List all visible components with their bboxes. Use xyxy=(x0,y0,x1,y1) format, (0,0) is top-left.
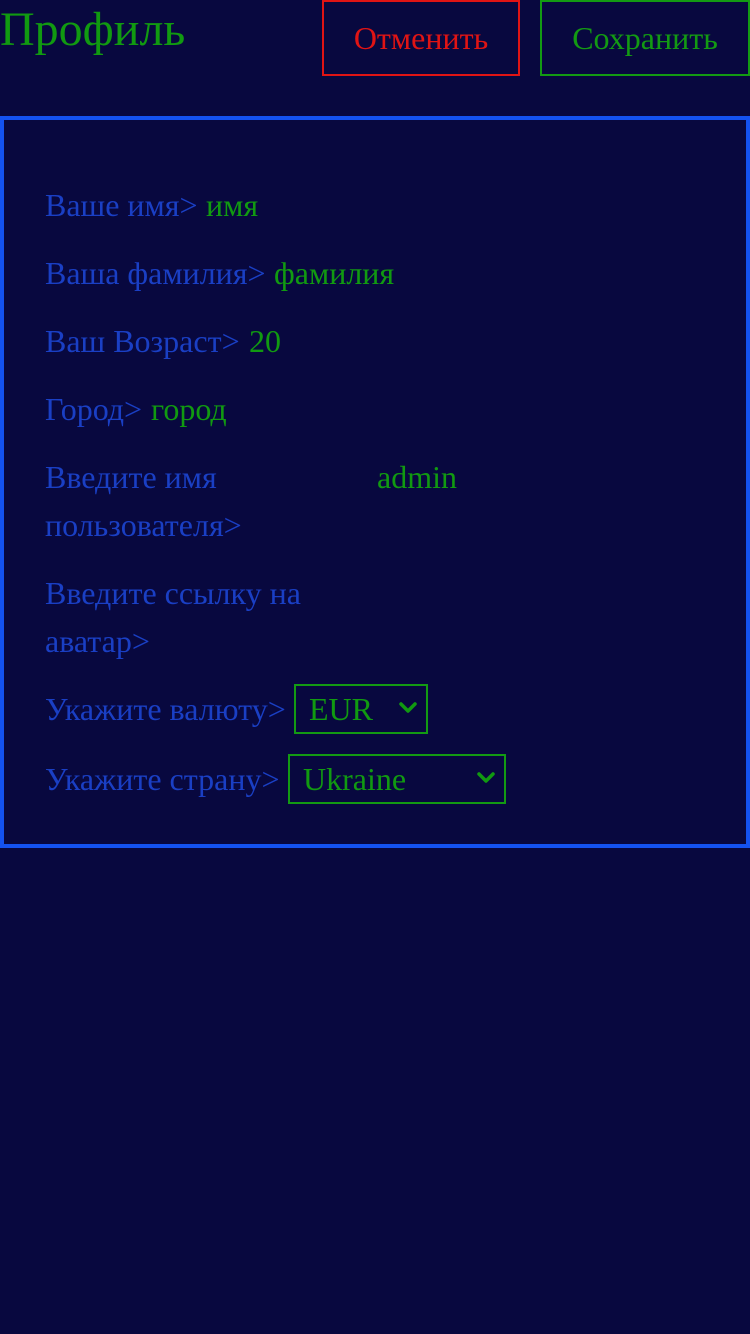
avatar-url-field[interactable] xyxy=(377,569,697,617)
country-select[interactable]: Ukraine xyxy=(288,754,506,804)
last-name-field[interactable]: фамилия xyxy=(274,249,394,297)
first-name-label: Ваше имя> xyxy=(45,187,198,223)
chevron-down-icon xyxy=(477,772,495,783)
cancel-button[interactable]: Отменить xyxy=(322,0,520,76)
first-name-field[interactable]: имя xyxy=(206,181,258,229)
avatar-label-line2: аватар> xyxy=(45,623,150,659)
currency-label: Укажите валюту> xyxy=(45,691,286,727)
country-label: Укажите страну> xyxy=(45,761,280,797)
avatar-label-line1: Введите ссылку на xyxy=(45,575,301,611)
chevron-down-icon xyxy=(399,702,417,713)
profile-form: Ваше имя> имя Ваша фамилия> фамилия Ваш … xyxy=(0,116,750,848)
age-label: Ваш Возраст> xyxy=(45,323,240,359)
last-name-label: Ваша фамилия> xyxy=(45,255,266,291)
username-label-line1: Введите имя xyxy=(45,459,217,495)
save-button[interactable]: Сохранить xyxy=(540,0,750,76)
city-label: Город> xyxy=(45,391,143,427)
profile-page: Профиль Отменить Сохранить Ваше имя> имя… xyxy=(0,0,750,1334)
currency-select[interactable]: EUR xyxy=(294,684,428,734)
username-label-line2: пользователя> xyxy=(45,507,242,543)
country-select-value: Ukraine xyxy=(303,761,407,797)
age-field[interactable]: 20 xyxy=(249,317,281,365)
currency-select-value: EUR xyxy=(309,691,373,727)
page-title: Профиль xyxy=(0,3,186,56)
username-field[interactable]: admin xyxy=(377,453,457,501)
city-field[interactable]: город xyxy=(151,385,227,433)
